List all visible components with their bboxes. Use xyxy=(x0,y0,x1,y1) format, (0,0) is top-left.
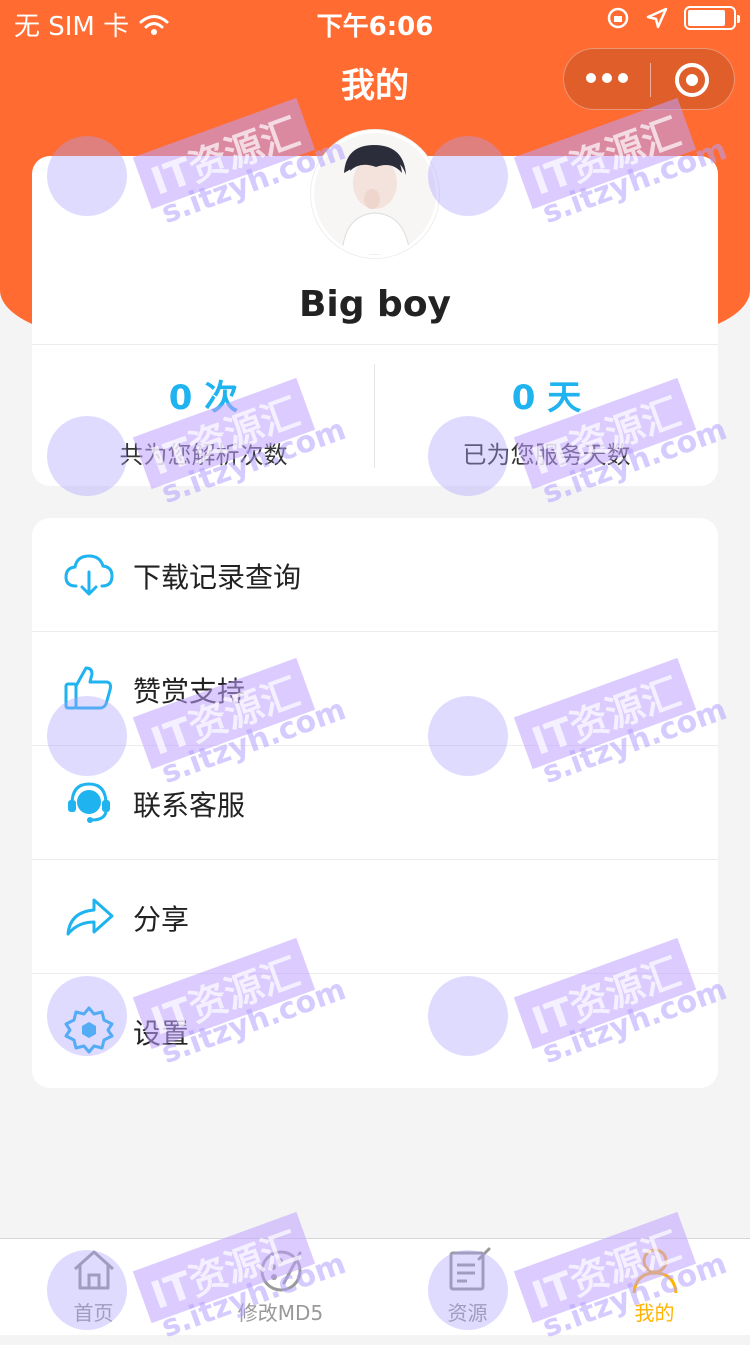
tab-mine[interactable]: 我的 xyxy=(561,1239,748,1335)
menu-item-share[interactable]: 分享 xyxy=(32,860,718,974)
palette-icon xyxy=(260,1250,301,1292)
menu-item-label: 设置 xyxy=(133,1017,190,1050)
tab-modify-md5[interactable]: 修改MD5 xyxy=(187,1239,374,1335)
stat-value: 0 次 xyxy=(168,378,239,418)
tab-resources[interactable]: 资源 xyxy=(374,1239,561,1335)
menu-item-label: 下载记录查询 xyxy=(133,561,302,594)
menu-item-support[interactable]: 赞赏支持 xyxy=(32,632,718,746)
stat-parse-count: 0 次 共为您解析次数 xyxy=(32,370,375,470)
document-edit-icon xyxy=(449,1247,490,1291)
avatar[interactable] xyxy=(311,130,439,258)
status-bar: 无 SIM 卡 下午6:06 xyxy=(0,0,750,42)
user-icon xyxy=(632,1248,677,1294)
more-menu-button[interactable] xyxy=(586,73,628,83)
mini-program-capsule xyxy=(563,48,735,110)
stat-label: 已为您服务天数 xyxy=(462,441,631,469)
menu-item-label: 赞赏支持 xyxy=(133,675,246,708)
menu-card: 下载记录查询 赞赏支持 联系客服 分享 设置 xyxy=(32,518,718,1088)
rotation-lock-icon xyxy=(607,7,629,29)
thumbs-up-icon xyxy=(64,666,112,710)
tab-label: 资源 xyxy=(447,1301,488,1325)
divider xyxy=(32,344,718,345)
battery-icon xyxy=(684,6,740,30)
tab-home[interactable]: 首页 xyxy=(0,1239,187,1335)
close-mini-program-button[interactable] xyxy=(675,63,709,97)
menu-item-label: 联系客服 xyxy=(133,789,246,822)
tab-bar: 首页 修改MD5 资源 我的 xyxy=(0,1238,750,1335)
stat-value: 0 天 xyxy=(511,378,582,418)
gear-icon xyxy=(64,1006,114,1054)
menu-item-settings[interactable]: 设置 xyxy=(32,974,718,1088)
tab-label: 首页 xyxy=(73,1301,114,1325)
headset-icon xyxy=(68,782,110,823)
stat-label: 共为您解析次数 xyxy=(119,441,288,469)
cloud-download-icon xyxy=(64,554,114,596)
home-icon xyxy=(73,1250,114,1290)
menu-item-download-records[interactable]: 下载记录查询 xyxy=(32,518,718,632)
tab-label: 我的 xyxy=(634,1301,675,1325)
menu-item-contact-service[interactable]: 联系客服 xyxy=(32,746,718,860)
menu-item-label: 分享 xyxy=(133,903,190,936)
tab-label: 修改MD5 xyxy=(237,1301,324,1325)
stat-service-days: 0 天 已为您服务天数 xyxy=(375,370,718,470)
location-icon xyxy=(646,7,668,29)
username: Big boy xyxy=(298,284,452,325)
share-icon xyxy=(66,898,114,936)
